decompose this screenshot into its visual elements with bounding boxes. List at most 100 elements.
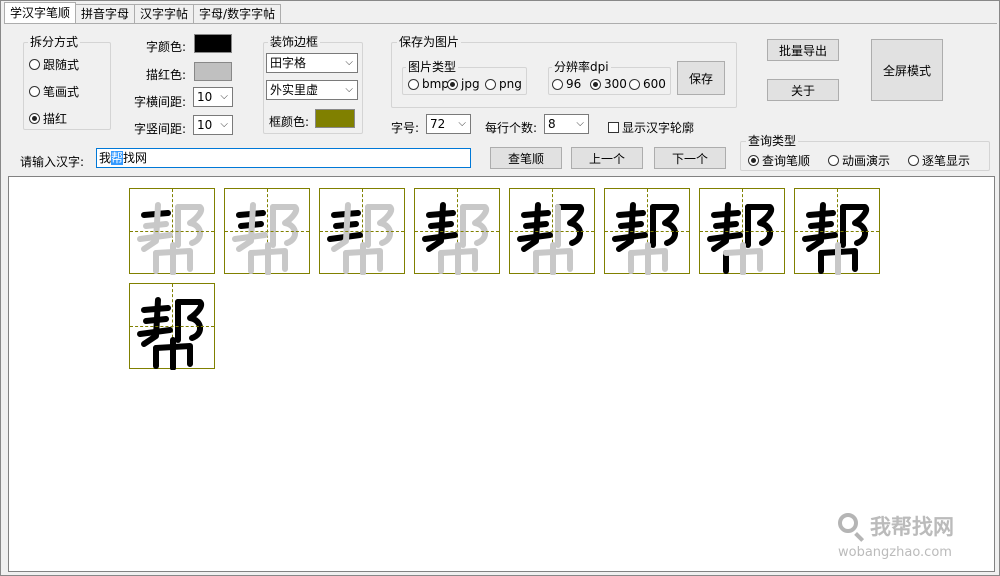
character-strokes [612, 202, 679, 275]
app-window: 学汉字笔顺 拼音字母 汉字字帖 字母/数字字帖 拆分方式 跟随式 笔画式 描红 … [0, 0, 1000, 576]
character-strokes [137, 297, 204, 370]
radio-icon [408, 78, 419, 90]
chevron-down-icon: ⌵ [345, 57, 353, 68]
radio-selected-icon [590, 78, 601, 90]
stroke-step-cell [699, 188, 785, 275]
radio-icon [485, 78, 496, 90]
chevron-down-icon: ⌵ [220, 91, 228, 102]
watermark: 我帮找网 wobangzhao.com [836, 511, 984, 565]
v-spacing-select[interactable]: 10 ⌵ [193, 115, 233, 135]
save-image-title: 保存为图片 [397, 35, 462, 49]
selected-character: 帮 [111, 151, 124, 165]
trace-stroke [460, 204, 489, 246]
character-strokes [707, 202, 774, 275]
image-type-title: 图片类型 [406, 60, 459, 74]
font-size-select[interactable]: 72 ⌵ [426, 114, 471, 134]
per-row-select[interactable]: 8 ⌵ [544, 114, 589, 134]
trace-stroke [175, 204, 204, 246]
lookup-button[interactable]: 查笔顺 [490, 147, 562, 169]
font-size-label: 字号: [391, 121, 420, 135]
tab-stroke-order[interactable]: 学汉字笔顺 [4, 2, 77, 23]
chevron-down-icon: ⌵ [458, 118, 466, 129]
about-button[interactable]: 关于 [767, 79, 839, 101]
char-color-swatch[interactable] [194, 34, 232, 53]
v-spacing-label: 字竖间距: [133, 122, 186, 136]
dpi-title: 分辨率dpi [552, 60, 611, 74]
split-option-trace[interactable]: 描红 [29, 110, 67, 127]
type-bmp[interactable]: bmp [408, 77, 449, 91]
type-jpg[interactable]: jpg [447, 77, 480, 91]
grid-type-select[interactable]: 田字格 ⌵ [266, 53, 358, 73]
settings-panel: 拆分方式 跟随式 笔画式 描红 字颜色: 描红色: 字横间距: 10 ⌵ 字竖间距… [4, 23, 997, 174]
input-label: 请输入汉字: [20, 155, 85, 169]
dpi-600[interactable]: 600 [629, 77, 666, 91]
written-stroke [175, 299, 204, 341]
stroke-step-cell [319, 188, 405, 275]
watermark-name: 我帮找网 [870, 515, 954, 539]
split-mode-title: 拆分方式 [28, 35, 81, 49]
tab-bar: 学汉字笔顺 拼音字母 汉字字帖 字母/数字字帖 [4, 2, 282, 24]
dpi-96[interactable]: 96 [552, 77, 581, 91]
radio-icon [29, 86, 40, 97]
watermark-domain: wobangzhao.com [838, 545, 952, 560]
stroke-step-cell [604, 188, 690, 275]
save-button[interactable]: 保存 [677, 61, 725, 95]
tab-pinyin[interactable]: 拼音字母 [75, 4, 136, 23]
radio-selected-icon [447, 78, 458, 90]
written-stroke [840, 204, 869, 246]
character-strokes [802, 202, 869, 275]
prev-button[interactable]: 上一个 [571, 147, 643, 169]
char-color-label: 字颜色: [145, 40, 186, 54]
chevron-down-icon: ⌵ [345, 84, 353, 95]
stroke-step-cell [129, 283, 215, 370]
query-step-display[interactable]: 逐笔显示 [908, 152, 970, 169]
stroke-step-cell [224, 188, 310, 275]
written-stroke [745, 204, 774, 246]
h-spacing-select[interactable]: 10 ⌵ [193, 87, 233, 107]
query-type-title: 查询类型 [746, 134, 799, 148]
show-outline-checkbox[interactable]: 显示汉字轮廓 [608, 119, 694, 136]
frame-color-label: 框颜色: [269, 115, 310, 129]
query-animation[interactable]: 动画演示 [828, 152, 890, 169]
trace-stroke [270, 204, 299, 246]
written-stroke [555, 204, 584, 246]
written-stroke [650, 204, 679, 246]
fullscreen-button[interactable]: 全屏模式 [871, 39, 943, 101]
trace-color-swatch[interactable] [194, 62, 232, 81]
stroke-step-cell [794, 188, 880, 275]
split-option-follow[interactable]: 跟随式 [29, 56, 79, 73]
character-strokes [232, 202, 299, 275]
stroke-canvas: 我帮找网 wobangzhao.com [8, 176, 995, 572]
next-button[interactable]: 下一个 [654, 147, 726, 169]
radio-icon [908, 155, 919, 166]
stroke-step-cell [414, 188, 500, 275]
trace-color-label: 描红色: [145, 68, 186, 82]
character-strokes [517, 202, 584, 275]
per-row-label: 每行个数: [485, 121, 538, 135]
radio-selected-icon [29, 113, 40, 124]
radio-selected-icon [748, 155, 759, 166]
border-style-select[interactable]: 外实里虚 ⌵ [266, 80, 358, 100]
radio-icon [828, 155, 839, 166]
radio-icon [552, 78, 563, 90]
tab-hanzi-copybook[interactable]: 汉字字帖 [134, 4, 195, 23]
query-stroke-order[interactable]: 查询笔顺 [748, 152, 810, 169]
character-strokes [422, 202, 489, 275]
h-spacing-label: 字横间距: [133, 95, 186, 109]
border-title: 装饰边框 [268, 35, 321, 49]
hanzi-input[interactable]: 我帮找网 [96, 148, 471, 168]
trace-stroke [365, 204, 394, 246]
batch-export-button[interactable]: 批量导出 [767, 39, 839, 61]
split-option-stroke[interactable]: 笔画式 [29, 83, 79, 100]
type-png[interactable]: png [485, 77, 522, 91]
stroke-step-cell [509, 188, 595, 275]
frame-color-swatch[interactable] [315, 109, 355, 128]
magnifier-icon [838, 513, 858, 533]
stroke-step-cell [129, 188, 215, 275]
character-strokes [327, 202, 394, 275]
radio-icon [29, 59, 40, 70]
dpi-300[interactable]: 300 [590, 77, 627, 91]
tab-letter-copybook[interactable]: 字母/数字字帖 [193, 4, 282, 23]
radio-icon [629, 78, 640, 90]
chevron-down-icon: ⌵ [576, 118, 584, 129]
